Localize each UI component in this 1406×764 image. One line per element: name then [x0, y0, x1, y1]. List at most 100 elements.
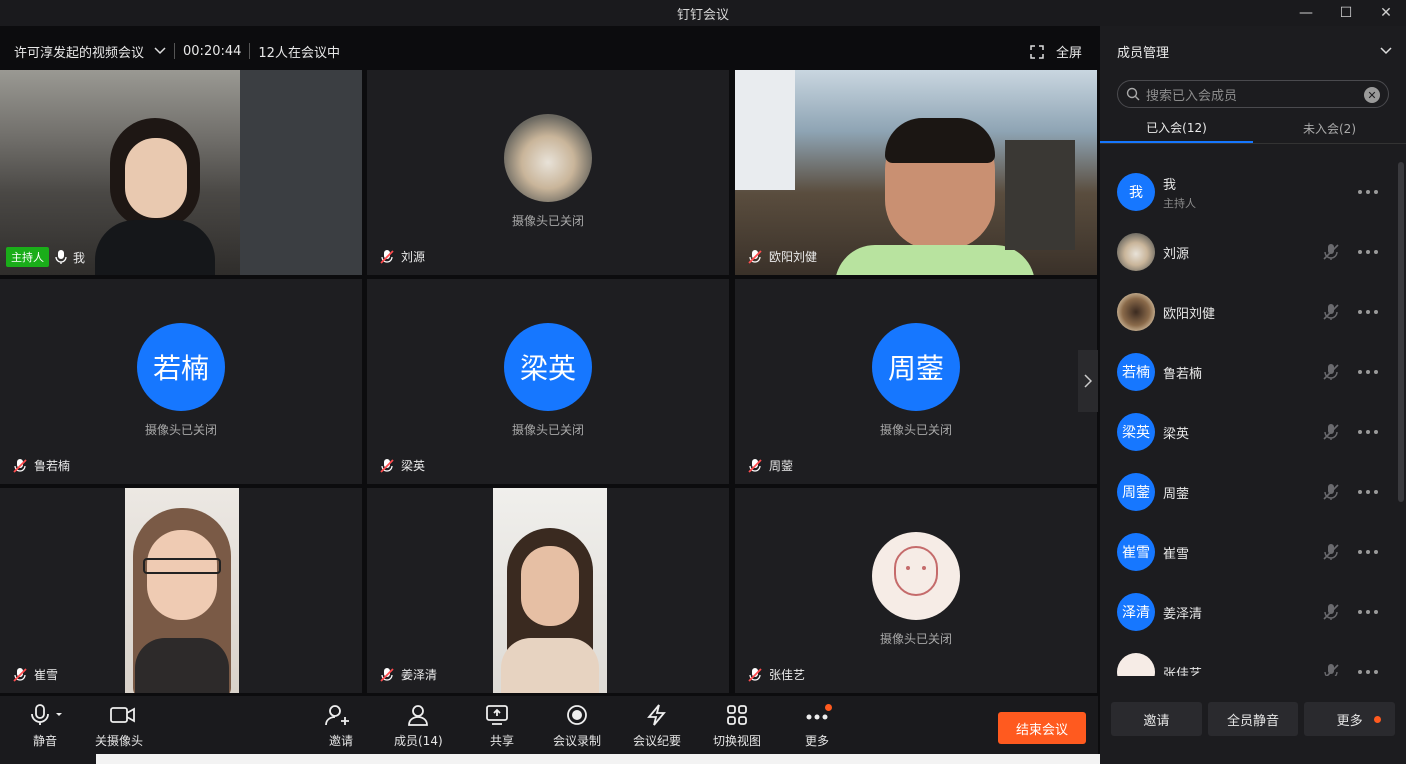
list-item[interactable]: 崔雪 崔雪 — [1100, 522, 1396, 582]
member-name: 刘源 — [1163, 246, 1190, 262]
camera-toggle-button[interactable]: 关摄像头 — [95, 704, 143, 749]
mic-muted-icon[interactable] — [1322, 363, 1340, 381]
avatar: 周蓥 — [872, 323, 960, 411]
nametag: 姜泽清 — [379, 666, 437, 683]
list-item[interactable]: 欧阳刘健 — [1100, 282, 1396, 342]
mute-button[interactable]: 静音 — [28, 704, 62, 749]
mic-muted-icon[interactable] — [1322, 663, 1340, 676]
chevron-right-icon — [1084, 374, 1092, 388]
close-icon[interactable]: ✕ — [1366, 0, 1406, 26]
video-tile[interactable]: 姜泽清 — [367, 488, 729, 693]
participant-name: 鲁若楠 — [34, 459, 71, 473]
divider — [249, 43, 251, 59]
maximize-icon[interactable]: ☐ — [1326, 0, 1366, 26]
mic-muted-icon[interactable] — [1322, 483, 1340, 501]
tab-joined[interactable]: 已入会(12) — [1100, 114, 1253, 143]
mute-all-button[interactable]: 全员静音 — [1207, 702, 1299, 736]
camera-off-area: 周蓥 摄像头已关闭 — [735, 323, 1097, 438]
participant-name: 张佳艺 — [769, 668, 806, 682]
minutes-button[interactable]: 会议纪要 — [633, 704, 681, 749]
mic-muted-icon[interactable] — [1322, 423, 1340, 441]
members-icon — [408, 705, 429, 726]
video-tile[interactable]: 周蓥 摄像头已关闭 周蓥 — [735, 279, 1097, 484]
list-item[interactable]: 梁英 梁英 — [1100, 402, 1396, 462]
list-item[interactable]: 我 我 主持人 — [1100, 162, 1396, 222]
video-feed — [125, 488, 239, 693]
participant-name: 梁英 — [401, 459, 426, 473]
camera-off-area: 摄像头已关闭 — [367, 114, 729, 229]
nametag: 张佳艺 — [747, 666, 805, 683]
video-tile[interactable]: 主持人 我 — [0, 70, 362, 275]
video-camera-icon — [110, 707, 135, 723]
member-more-icon[interactable] — [1358, 430, 1378, 434]
panel-header: 成员管理 — [1100, 26, 1406, 76]
tab-not-joined[interactable]: 未入会(2) — [1253, 114, 1406, 143]
member-name: 崔雪 — [1163, 546, 1190, 562]
video-tile[interactable]: 若楠 摄像头已关闭 鲁若楠 — [0, 279, 362, 484]
member-more-icon[interactable] — [1358, 670, 1378, 674]
nametag: 欧阳刘健 — [747, 248, 817, 265]
panel-more-button[interactable]: 更多 — [1304, 702, 1396, 736]
invite-label: 邀请 — [328, 734, 353, 748]
meeting-info-bar: 许可淳发起的视频会议 00:20:44 12人在会议中 全屏 — [0, 34, 1098, 68]
avatar-text: 周蓥 — [1122, 485, 1150, 501]
video-tile[interactable]: 摄像头已关闭 刘源 — [367, 70, 729, 275]
mic-muted-icon[interactable] — [1322, 543, 1340, 561]
minimize-icon[interactable]: — — [1286, 0, 1326, 26]
mic-muted-icon — [380, 458, 394, 473]
list-item[interactable]: 周蓥 周蓥 — [1100, 462, 1396, 522]
record-icon — [567, 705, 587, 725]
video-tile[interactable]: 崔雪 — [0, 488, 362, 693]
avatar-text: 若楠 — [1122, 365, 1150, 381]
member-info: 梁英 — [1163, 423, 1189, 442]
member-list-scrollbar[interactable] — [1398, 162, 1404, 502]
mic-muted-icon[interactable] — [1322, 243, 1340, 261]
members-button[interactable]: 成员(14) — [394, 704, 443, 749]
fullscreen-icon — [1030, 44, 1044, 59]
member-more-icon[interactable] — [1358, 190, 1378, 194]
member-more-icon[interactable] — [1358, 610, 1378, 614]
end-meeting-button[interactable]: 结束会议 — [998, 712, 1086, 744]
next-page-button[interactable] — [1078, 350, 1098, 412]
video-tile[interactable]: 摄像头已关闭 张佳艺 — [735, 488, 1097, 693]
member-search-input[interactable]: 搜索已入会成员 ✕ — [1117, 80, 1389, 108]
list-item[interactable]: 张佳艺 — [1100, 642, 1396, 676]
invite-member-button[interactable]: 邀请 — [1111, 702, 1202, 736]
mic-muted-icon[interactable] — [1322, 603, 1340, 621]
avatar: 梁英 — [504, 323, 592, 411]
share-button[interactable]: 共享 — [485, 704, 519, 749]
camera-label: 关摄像头 — [95, 734, 144, 748]
switch-view-button[interactable]: 切换视图 — [713, 704, 761, 749]
minutes-label: 会议纪要 — [633, 734, 682, 748]
list-item[interactable]: 若楠 鲁若楠 — [1100, 342, 1396, 402]
member-role: 主持人 — [1163, 196, 1196, 210]
mic-muted-icon[interactable] — [1322, 303, 1340, 321]
member-more-icon[interactable] — [1358, 550, 1378, 554]
chevron-down-icon — [154, 47, 166, 55]
mute-all-label: 全员静音 — [1227, 713, 1280, 729]
avatar: 梁英 — [1117, 413, 1155, 451]
video-tile[interactable]: 梁英 摄像头已关闭 梁英 — [367, 279, 729, 484]
fullscreen-button[interactable]: 全屏 — [1030, 42, 1082, 61]
video-tile[interactable]: 欧阳刘健 — [735, 70, 1097, 275]
nametag: 周蓥 — [747, 457, 793, 474]
avatar-text: 泽清 — [1122, 605, 1150, 621]
notification-dot — [1374, 716, 1382, 723]
clear-search-icon[interactable]: ✕ — [1364, 87, 1380, 103]
panel-title: 成员管理 — [1117, 45, 1170, 61]
member-tabs: 已入会(12) 未入会(2) — [1100, 114, 1406, 144]
invite-button[interactable]: 邀请 — [324, 704, 358, 749]
more-button[interactable]: 更多 — [805, 704, 829, 749]
list-item[interactable]: 泽清 姜泽清 — [1100, 582, 1396, 642]
chevron-down-icon[interactable] — [1380, 47, 1392, 55]
member-more-icon[interactable] — [1358, 310, 1378, 314]
list-item[interactable]: 刘源 — [1100, 222, 1396, 282]
member-more-icon[interactable] — [1358, 370, 1378, 374]
member-more-icon[interactable] — [1358, 250, 1378, 254]
member-info: 我 主持人 — [1163, 174, 1196, 211]
camera-off-label: 摄像头已关闭 — [879, 423, 952, 437]
avatar: 崔雪 — [1117, 533, 1155, 571]
meeting-title-dropdown[interactable]: 许可淳发起的视频会议 — [14, 42, 166, 61]
member-more-icon[interactable] — [1358, 490, 1378, 494]
record-button[interactable]: 会议录制 — [553, 704, 601, 749]
